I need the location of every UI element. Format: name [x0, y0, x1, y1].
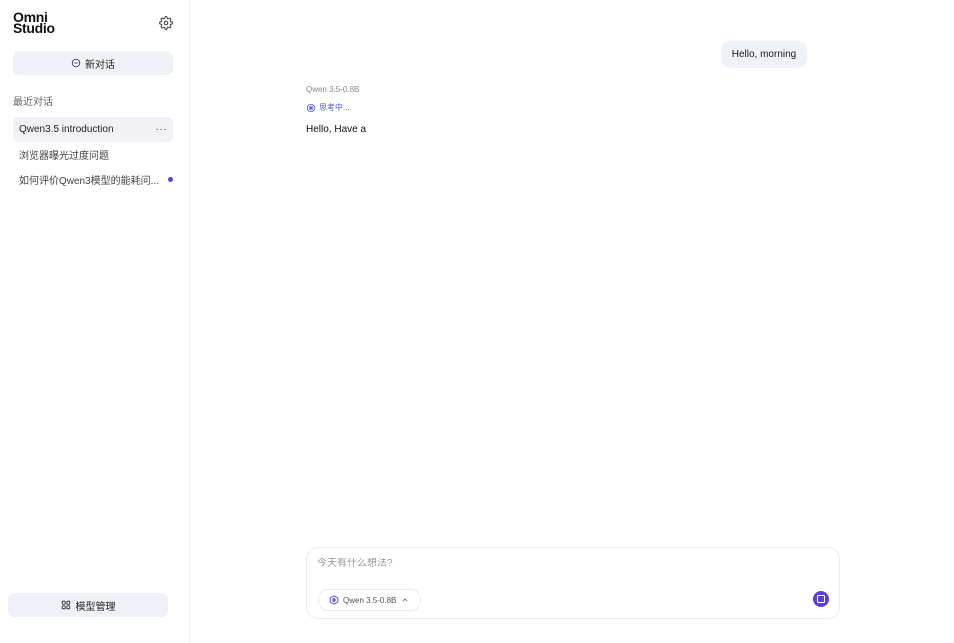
qwen-logo-icon	[329, 595, 339, 605]
model-selector-label: Qwen 3.5-0.8B	[343, 595, 397, 605]
thinking-label: 思考中...	[319, 103, 350, 112]
gear-icon	[159, 16, 173, 30]
message-input[interactable]	[317, 558, 797, 569]
sparkle-spinner-icon	[306, 103, 316, 113]
stop-icon	[817, 595, 825, 603]
chevron-up-icon	[401, 596, 409, 604]
more-options-icon[interactable]: ···	[156, 124, 168, 135]
new-chat-button[interactable]: 新对话	[13, 51, 173, 75]
settings-button[interactable]	[159, 16, 173, 30]
app-window: Omni Studio 新对话 最近对话 Qwen3.5 introductio…	[0, 0, 954, 643]
unread-dot-icon	[168, 177, 173, 182]
conversation-list: Qwen3.5 introduction ··· 浏览器曝光过度问题 如何评价Q…	[13, 117, 173, 192]
new-chat-label: 新对话	[85, 59, 115, 71]
logo-line2: Studio	[13, 20, 55, 36]
assistant-reply-text: Hello, Have a	[306, 124, 367, 135]
stop-generation-button[interactable]	[813, 591, 829, 607]
chat-bubble-icon	[71, 58, 81, 68]
message-composer: Qwen 3.5-0.8B	[306, 547, 840, 619]
conversation-item[interactable]: Qwen3.5 introduction ···	[13, 117, 173, 142]
app-logo: Omni Studio	[13, 10, 55, 36]
grid-icon	[61, 600, 71, 610]
assistant-model-name: Qwen 3.5-0.8B	[306, 85, 360, 94]
user-message-text: Hello, morning	[731, 49, 797, 60]
sidebar: Omni Studio 新对话 最近对话 Qwen3.5 introductio…	[0, 0, 190, 643]
conversation-title: 如何评价Qwen3模型的能耗问...	[19, 176, 160, 187]
model-management-button[interactable]: 模型管理	[8, 593, 168, 617]
thinking-indicator[interactable]: 思考中...	[306, 102, 350, 113]
conversation-item[interactable]: 如何评价Qwen3模型的能耗问...	[13, 167, 173, 192]
conversation-title: Qwen3.5 introduction	[19, 124, 114, 135]
model-management-label: 模型管理	[75, 601, 116, 613]
conversation-item[interactable]: 浏览器曝光过度问题	[13, 142, 173, 167]
conversation-title: 浏览器曝光过度问题	[19, 151, 109, 162]
model-selector[interactable]: Qwen 3.5-0.8B	[318, 589, 422, 611]
recent-conversations-heading: 最近对话	[13, 97, 53, 108]
user-message-bubble: Hello, morning	[721, 41, 807, 68]
